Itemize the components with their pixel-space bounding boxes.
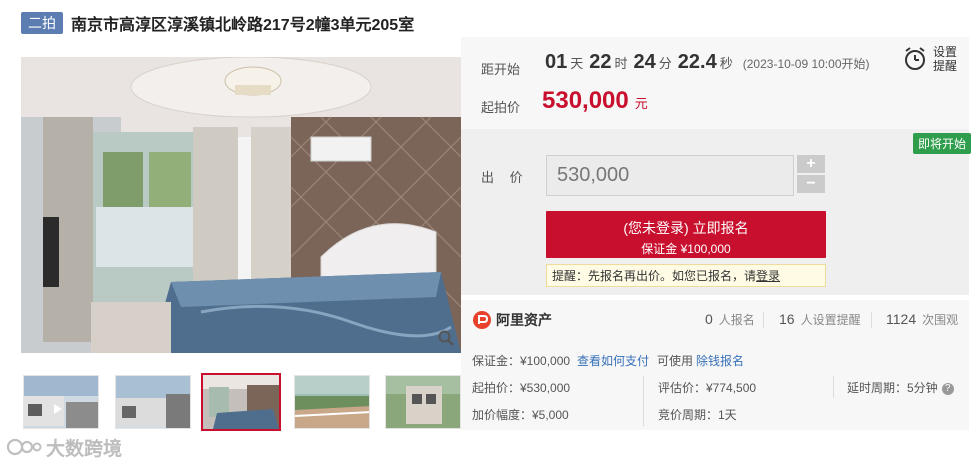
reminder-count-value: 16 xyxy=(779,311,795,327)
countdown-timer: 01 天 22 时 24 分 22.4 秒 (2023-10-09 10:00开… xyxy=(545,51,870,74)
details-divider xyxy=(643,376,644,426)
detail-start-price: 起拍价：¥530,000 xyxy=(472,381,571,395)
stats-row: 阿里资产 0 人报名 16 人设置提醒 1124 次围观 xyxy=(461,300,969,340)
watermark: 大数跨境 xyxy=(6,432,122,462)
countdown-seconds: 22.4 xyxy=(677,51,717,73)
bid-label: 出 价 xyxy=(481,170,529,185)
bid-period: 竞价周期：1天 xyxy=(658,408,737,422)
registered-count: 0 人报名 xyxy=(705,311,755,328)
auction-details: 保证金：¥100,000 查看如何支付 可使用 除钱报名 起拍价：¥530,00… xyxy=(461,340,969,430)
credit-register-link[interactable]: 除钱报名 xyxy=(696,352,744,369)
can-use-text: 可使用 xyxy=(657,354,694,368)
alarm-clock-icon xyxy=(905,47,925,70)
auction-round-badge: 二拍 xyxy=(21,12,63,34)
delay-period: 延时周期：5分钟? xyxy=(847,379,954,396)
status-badge: 即将开始 xyxy=(913,133,972,154)
countdown-minutes-unit: 分 xyxy=(658,56,672,71)
delay-period-text: 延时周期：5分钟 xyxy=(847,381,938,395)
thumbnail-4[interactable] xyxy=(294,375,370,429)
reminder-count-label: 人设置提醒 xyxy=(800,313,861,327)
ali-assets-icon xyxy=(473,311,491,329)
zoom-icon[interactable] xyxy=(437,329,455,347)
register-now-button[interactable]: (您未登录) 立即报名 保证金 ¥100,000 xyxy=(546,211,826,258)
registered-count-label: 人报名 xyxy=(718,313,755,327)
lot-title: 南京市高淳区淳溪镇北岭路217号2幢3单元205室 xyxy=(71,17,415,34)
reminder-count: 16 人设置提醒 xyxy=(779,311,861,328)
thumbnail-3[interactable] xyxy=(201,373,281,431)
ali-assets-logo[interactable]: 阿里资产 xyxy=(472,310,552,330)
brand-name: 阿里资产 xyxy=(496,312,552,328)
auction-start-time: (2023-10-09 10:00开始) xyxy=(742,57,870,71)
view-count-label: 次围观 xyxy=(922,313,959,327)
countdown-days: 01 xyxy=(545,51,568,73)
main-property-image[interactable] xyxy=(21,57,461,353)
bid-increase-button[interactable]: + xyxy=(797,155,825,173)
countdown-days-unit: 天 xyxy=(570,56,584,71)
register-button-label: (您未登录) 立即报名 xyxy=(623,220,749,236)
help-icon[interactable]: ? xyxy=(941,382,954,395)
set-reminder-label: 设置提醒 xyxy=(933,45,958,73)
stats-divider xyxy=(871,312,872,328)
stats-divider xyxy=(763,312,764,328)
thumbnail-5[interactable] xyxy=(385,375,461,429)
view-count: 1124 次围观 xyxy=(886,311,958,328)
start-price: 530,000 元 xyxy=(542,87,648,115)
countdown-hours-unit: 时 xyxy=(614,56,628,71)
register-tip: 提醒：先报名再出价。如您已报名，请 登录 xyxy=(546,264,826,287)
thumbnail-strip xyxy=(21,373,461,431)
appraisal-price: 评估价：¥774,500 xyxy=(658,381,757,395)
view-count-value: 1124 xyxy=(886,311,917,327)
start-price-unit: 元 xyxy=(634,96,648,111)
deposit-info: 保证金：¥100,000 xyxy=(472,354,571,368)
set-reminder-button[interactable]: 设置提醒 xyxy=(903,44,967,74)
register-button-deposit: 保证金 ¥100,000 xyxy=(641,242,731,256)
watermark-text: 大数跨境 xyxy=(46,438,123,460)
watermark-logo-icon xyxy=(6,438,42,456)
countdown-label: 距开始 xyxy=(481,62,521,77)
bid-increment: 加价幅度：¥5,000 xyxy=(472,408,569,422)
bid-amount-input[interactable]: 530,000 xyxy=(546,155,794,196)
countdown-hours: 22 xyxy=(589,51,612,73)
countdown-minutes: 24 xyxy=(633,51,656,73)
bid-decrease-button[interactable]: − xyxy=(797,175,825,193)
tip-text: 提醒：先报名再出价。如您已报名，请 xyxy=(552,269,757,283)
details-divider xyxy=(833,376,834,398)
thumbnail-2[interactable] xyxy=(115,375,191,429)
countdown-seconds-unit: 秒 xyxy=(719,56,733,71)
start-price-label: 起拍价 xyxy=(481,100,521,115)
auction-info-panel: 距开始 01 天 22 时 24 分 22.4 秒 (2023-10-09 10… xyxy=(461,37,969,129)
registered-count-value: 0 xyxy=(705,311,713,327)
bedroom-photo xyxy=(21,57,461,353)
thumbnail-1[interactable] xyxy=(23,375,99,429)
login-link[interactable]: 登录 xyxy=(756,267,780,284)
how-to-pay-link[interactable]: 查看如何支付 xyxy=(577,352,649,369)
start-price-value: 530,000 xyxy=(542,87,629,114)
title-bar: 二拍 南京市高淳区淳溪镇北岭路217号2幢3单元205室 xyxy=(21,11,414,35)
